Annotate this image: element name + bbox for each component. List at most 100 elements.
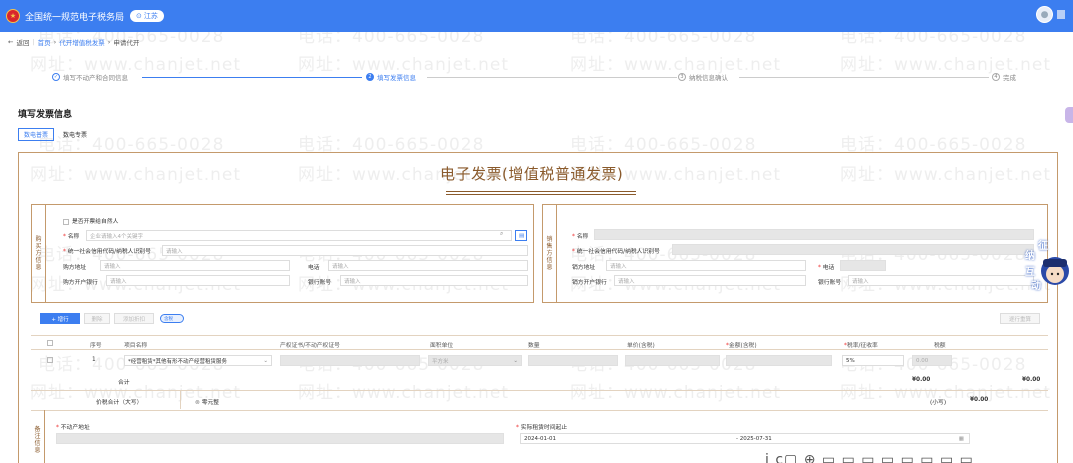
bottom-overlay-text: j c▢ ⊕ ▭ ▭ ▭ ▭ ▭ ▭ ▭ ▭ (765, 452, 974, 463)
grand-total-label: 价税合计（大写） (96, 400, 143, 406)
top-bar: ★ 全国统一规范电子税务局 ⊙ 江苏 ● (0, 0, 1073, 32)
tax-included-toggle[interactable]: 含税 (160, 314, 184, 323)
col-cert: 产权证书/不动产权证号 (280, 343, 340, 349)
tax-rate-select[interactable]: 5% (842, 355, 904, 366)
step-connector (142, 77, 362, 78)
buyer-address-input[interactable]: 请输入 (100, 260, 290, 271)
property-address-label: * 不动产地址 (56, 425, 90, 431)
assistant-text-2: 纳 (1025, 251, 1035, 262)
table-row-line (31, 349, 1048, 350)
tab-digital-normal[interactable]: 数电普票 (18, 128, 55, 141)
rental-end: - 2025-07-31 (736, 435, 772, 442)
natural-person-checkbox[interactable]: 是否开票给自然人 (63, 216, 118, 225)
seller-name-input (594, 229, 1034, 240)
step-1: ✓ 填写不动产和合同信息 (52, 72, 128, 82)
step-3-number: 3 (678, 73, 686, 81)
unit-price-input[interactable] (625, 355, 720, 366)
assistant-text-1: 征 (1038, 241, 1048, 252)
seller-account-input[interactable]: 请输入 (848, 275, 1034, 286)
menu-icon[interactable] (1057, 10, 1065, 19)
col-qty: 数量 (528, 343, 540, 349)
tax-emblem-icon: ★ (6, 9, 20, 23)
side-scroll-tab[interactable] (1065, 107, 1073, 123)
buyer-name-input[interactable]: 企业请输入4个关键字 (86, 230, 512, 241)
step-2: 2 填写发票信息 (366, 72, 416, 82)
delete-row-button[interactable]: 删除 (84, 313, 110, 324)
step-connector (427, 77, 677, 78)
buyer-label: 购买方信息 (32, 205, 46, 302)
buyer-account-label: 银行账号 (308, 280, 332, 286)
amount-input[interactable] (726, 355, 832, 366)
seller-address-input[interactable]: 请输入 (606, 260, 806, 271)
chevron-down-icon: ⌄ (263, 357, 268, 364)
region-label: 江苏 (143, 12, 158, 20)
select-all-checkbox[interactable] (47, 340, 56, 347)
table-grand-line (31, 410, 1048, 411)
grand-total-uppercase: ⊗ 零元整 (195, 400, 220, 406)
tax-amount-input[interactable]: 0.00 (912, 355, 952, 366)
col-index: 序号 (90, 343, 102, 349)
section-title: 填写发票信息 (18, 110, 73, 120)
back-arrow-icon[interactable]: ← (8, 38, 13, 46)
col-tax: 税额 (934, 343, 946, 349)
col-rate: *税率/征收率 (844, 343, 878, 349)
property-address-input[interactable] (56, 433, 504, 444)
back-link[interactable]: 返回 (16, 37, 29, 47)
seller-name-label: * 名称 (572, 234, 589, 240)
breadcrumb-home[interactable]: 首页 (38, 37, 51, 47)
seller-bank-input[interactable]: 请输入 (614, 275, 806, 286)
row-checkbox[interactable] (47, 357, 56, 364)
cert-number-input[interactable] (280, 355, 420, 366)
buyer-name-label: * 名称 (63, 234, 80, 240)
buyer-phone-input[interactable]: 请输入 (328, 260, 528, 271)
table-total-line (31, 390, 1048, 391)
step-1-label: 填写不动产和合同信息 (63, 74, 128, 82)
grand-total-small: ¥0.00 (970, 397, 989, 403)
seller-bank-label: 销方开户银行 (572, 280, 607, 286)
seller-account-label: 银行账号 (818, 280, 842, 286)
assistant-text-3: 互 (1025, 267, 1035, 278)
step-4-number: 4 (992, 73, 1000, 81)
quantity-input[interactable] (528, 355, 618, 366)
seller-taxid-label: * 统一社会信用代码/纳税人识别号 (572, 249, 660, 255)
calendar-icon: ▦ (958, 435, 964, 442)
seller-taxid-input (672, 244, 1034, 255)
step-2-label: 填写发票信息 (377, 74, 416, 82)
region-switcher[interactable]: ⊙ 江苏 (130, 10, 164, 22)
breadcrumb-vat-invoice[interactable]: 代开增值税发票 (59, 37, 105, 47)
seller-phone-label: * 电话 (818, 265, 835, 271)
step-4: 4 完成 (992, 72, 1016, 82)
search-icon[interactable]: ⌕ (500, 231, 503, 238)
seller-label: 销售方信息 (543, 205, 557, 302)
buyer-account-input[interactable]: 请输入 (340, 275, 528, 286)
column-divider (180, 391, 181, 409)
step-4-label: 完成 (1003, 74, 1016, 82)
remarks-label: 备注信息 (31, 410, 45, 463)
buyer-taxid-input[interactable]: 请输入 (162, 245, 528, 256)
seller-address-label: 销方地址 (572, 265, 596, 271)
total-amount: ¥0.00 (912, 377, 931, 383)
rental-period-picker[interactable]: 2024-01-01 - 2025-07-31 ▦ (520, 433, 970, 444)
user-area: ● (1036, 6, 1065, 23)
tab-digital-special[interactable]: 数电专票 (58, 128, 92, 141)
breadcrumb-current: 申请代开 (113, 39, 140, 47)
rental-start: 2024-01-01 (524, 435, 556, 442)
total-tax: ¥0.00 (1022, 377, 1041, 383)
assistant-text-4: 动 (1031, 281, 1041, 292)
check-icon: ✓ (52, 73, 60, 81)
total-label: 合计 (118, 380, 130, 386)
assistant-badge[interactable]: 征 纳 互 动 (1025, 237, 1073, 297)
buyer-bank-input[interactable]: 请输入 (106, 275, 290, 286)
area-unit-select[interactable]: 平方米 ⌄ (428, 355, 522, 366)
recalc-button[interactable]: 逐行重算 (1000, 313, 1040, 324)
user-avatar-icon[interactable]: ● (1036, 6, 1053, 23)
row-index: 1 (92, 357, 96, 363)
item-name-select[interactable]: *经营租赁*其他有形不动产经营租赁服务 ⌄ (124, 355, 272, 366)
buyer-bank-label: 购方开户银行 (63, 280, 98, 286)
col-amount: *金额(含税) (726, 343, 757, 349)
buyer-lookup-button[interactable]: ▤ (515, 230, 527, 241)
col-unit: 面积单位 (430, 343, 454, 349)
step-3-label: 纳税信息确认 (689, 74, 728, 82)
add-row-button[interactable]: + 增行 (40, 313, 80, 324)
add-discount-button[interactable]: 添加折扣 (114, 313, 154, 324)
